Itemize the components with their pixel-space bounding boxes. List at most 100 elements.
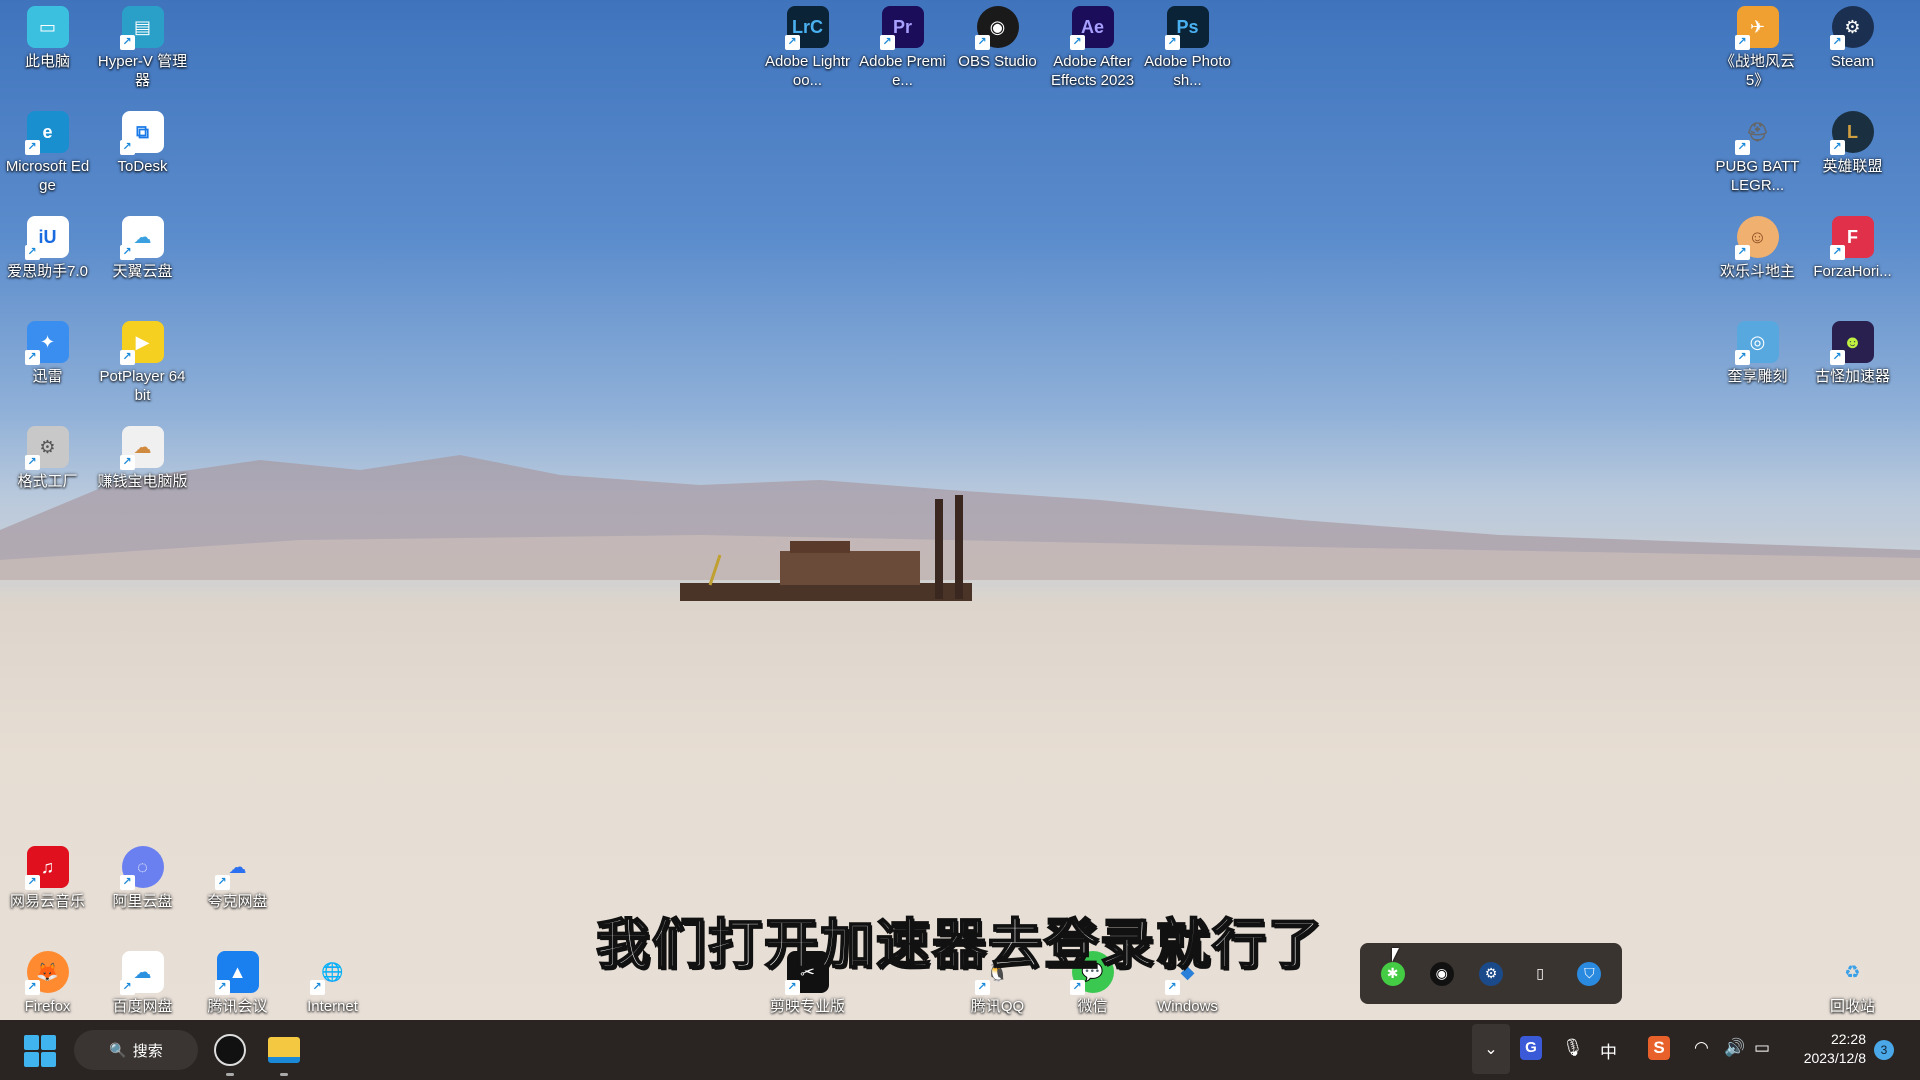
folder-icon <box>268 1037 300 1063</box>
desktop-icon[interactable]: ▭ 此电脑 <box>0 0 95 71</box>
desktop-icon[interactable]: ▶ ↗ PotPlayer 64 bit <box>95 315 190 405</box>
shortcut-arrow-icon: ↗ <box>24 140 40 155</box>
icon-label: 《战地风云 5》 <box>1719 53 1795 89</box>
desktop-icon[interactable]: 💬 ↗ 微信 <box>1045 945 1140 1016</box>
desktop-icon[interactable]: ⚙ ↗ 格式工厂 <box>0 420 95 491</box>
desktop-icon[interactable]: ✈ ↗ 《战地风云 5》 <box>1710 0 1805 90</box>
icon-label: 夸克网盘 <box>207 893 268 910</box>
desktop-wallpaper <box>0 0 1920 1080</box>
defender-warning-icon[interactable]: ⛉ <box>1577 961 1602 986</box>
desktop-icon[interactable]: ☁ ↗ 夸克网盘 <box>190 840 285 911</box>
app-glyph: e <box>42 121 53 142</box>
desktop-icon[interactable]: Ps ↗ Adobe Photosh... <box>1140 0 1235 90</box>
app-icon: ◎ ↗ <box>1734 321 1779 365</box>
desktop-icon[interactable]: Pr ↗ Adobe Premie... <box>855 0 950 90</box>
app-icon: 🌐 ↗ <box>309 951 354 995</box>
tray-overflow-popup: ✱ ◉ ⚙ ▯ ⛉ <box>1360 943 1622 1004</box>
app-glyph: 🦊 <box>36 961 59 982</box>
search-label: 搜索 <box>132 1042 163 1060</box>
desktop-icon[interactable]: ♫ ↗ 网易云音乐 <box>0 840 95 911</box>
desktop-icon[interactable]: ☁ ↗ 天翼云盘 <box>95 210 190 281</box>
desktop-icon[interactable]: ◉ ↗ OBS Studio <box>950 0 1045 71</box>
desktop-icon[interactable]: Ae ↗ Adobe After Effects 2023 <box>1045 0 1140 90</box>
desktop-icon[interactable]: ☁ ↗ 赚钱宝电脑版 <box>95 420 190 491</box>
shortcut-arrow-icon: ↗ <box>1069 980 1085 995</box>
clock[interactable]: 22:28 2023/12/8 <box>1786 1030 1866 1068</box>
search-button[interactable]: 🔍 搜索 <box>74 1030 198 1070</box>
icon-label: 剪映专业版 <box>769 998 845 1015</box>
desktop-icon[interactable]: LrC ↗ Adobe Lightroo... <box>760 0 855 90</box>
icon-label: PUBG BATTLEGR... <box>1715 158 1800 194</box>
steam-icon[interactable]: ⚙ <box>1478 961 1503 986</box>
desktop-icon[interactable]: 🐧 ↗ 腾讯QQ <box>950 945 1045 1016</box>
desktop-icon[interactable]: ⧉ ↗ ToDesk <box>95 105 190 176</box>
app-icon: ⚙ ↗ <box>1829 6 1874 50</box>
taskbar-file-explorer[interactable] <box>266 1032 302 1076</box>
icon-label: 爱思助手7.0 <box>7 263 88 280</box>
icon-label: Adobe Lightroo... <box>764 53 851 89</box>
app-icon: ◉ ↗ <box>974 6 1019 50</box>
icon-label: 古怪加速器 <box>1814 368 1890 385</box>
desktop-icon[interactable]: ☻ ↗ 古怪加速器 <box>1805 315 1900 386</box>
desktop-icon[interactable]: ▲ ↗ 腾讯会议 <box>190 945 285 1016</box>
usb-eject-icon[interactable]: ▯ <box>1528 962 1552 986</box>
shortcut-arrow-icon: ↗ <box>24 245 40 260</box>
show-hidden-icons-button[interactable]: ⌄ <box>1472 1024 1510 1074</box>
icon-label: Adobe Premie... <box>859 53 946 89</box>
obs-icon[interactable]: ◉ <box>1429 961 1454 986</box>
app-glyph: ◉ <box>989 16 1006 37</box>
desktop-icon[interactable]: ✂ ↗ 剪映专业版 <box>760 945 855 1016</box>
wifi-icon[interactable]: ◠ <box>1694 1038 1709 1058</box>
desktop-icon[interactable]: 🦊 ↗ Firefox <box>0 945 95 1016</box>
taskbar: 🔍 搜索 ⌄ G 🎙 中 S ◠ 🔊 ▭ 22:28 2023/12/8 3 <box>0 1020 1920 1080</box>
shortcut-arrow-icon: ↗ <box>1734 245 1750 260</box>
app-icon: ✦ ↗ <box>24 321 69 365</box>
shortcut-arrow-icon: ↗ <box>1734 350 1750 365</box>
app-icon: ☺ ↗ <box>1734 216 1779 260</box>
start-button[interactable] <box>24 1035 56 1067</box>
shortcut-arrow-icon: ↗ <box>1164 980 1180 995</box>
volume-icon[interactable]: 🔊 <box>1724 1038 1745 1058</box>
desktop-icon[interactable]: ☁ ↗ 百度网盘 <box>95 945 190 1016</box>
shortcut-arrow-icon: ↗ <box>1829 350 1845 365</box>
desktop-icon[interactable]: ☺ ↗ 欢乐斗地主 <box>1710 210 1805 281</box>
taskbar-obs[interactable] <box>212 1032 248 1076</box>
notification-badge[interactable]: 3 <box>1874 1040 1894 1060</box>
ime-indicator[interactable]: 中 <box>1600 1038 1617 1063</box>
shortcut-arrow-icon: ↗ <box>24 875 40 890</box>
desktop-icon[interactable]: 🌐 ↗ Internet <box>285 945 380 1016</box>
icon-label: 微信 <box>1077 998 1108 1015</box>
shortcut-arrow-icon: ↗ <box>974 980 990 995</box>
boat <box>680 495 972 601</box>
icon-label: 奎享雕刻 <box>1727 368 1788 385</box>
icon-label: 迅雷 <box>32 368 63 385</box>
desktop-icon[interactable]: e ↗ Microsoft Edge <box>0 105 95 195</box>
desktop-icon[interactable]: L ↗ 英雄联盟 <box>1805 105 1900 176</box>
obs-icon <box>214 1034 246 1066</box>
shortcut-arrow-icon: ↗ <box>879 35 895 50</box>
shortcut-arrow-icon: ↗ <box>1829 140 1845 155</box>
battery-icon[interactable]: ▭ <box>1754 1038 1770 1058</box>
sogou-icon[interactable]: S <box>1648 1036 1670 1060</box>
shortcut-arrow-icon: ↗ <box>24 350 40 365</box>
desktop-icon[interactable]: iU ↗ 爱思助手7.0 <box>0 210 95 281</box>
app-glyph: Pr <box>892 16 912 37</box>
desktop-icon[interactable]: ◆ ↗ Windows <box>1140 945 1235 1016</box>
gbox-icon[interactable]: G <box>1520 1036 1542 1060</box>
desktop-icon[interactable]: ✦ ↗ 迅雷 <box>0 315 95 386</box>
desktop-icon[interactable]: ▤ ↗ Hyper-V 管理器 <box>95 0 190 90</box>
desktop-icon[interactable]: ◎ ↗ 奎享雕刻 <box>1710 315 1805 386</box>
app-icon: LrC ↗ <box>784 6 829 50</box>
icon-label: Adobe Photosh... <box>1144 53 1231 89</box>
app-icon: iU ↗ <box>24 216 69 260</box>
microphone-icon[interactable]: 🎙 <box>1562 1038 1584 1058</box>
desktop-icon[interactable]: ⛑ ↗ PUBG BATTLEGR... <box>1710 105 1805 195</box>
icon-label: 格式工厂 <box>17 473 78 490</box>
app-glyph: ☁ <box>133 226 152 247</box>
desktop-icon[interactable]: F ↗ ForzaHori... <box>1805 210 1900 281</box>
desktop-icon[interactable]: ⚙ ↗ Steam <box>1805 0 1900 71</box>
desktop-icon[interactable]: ♻ 回收站 <box>1805 945 1900 1016</box>
desktop-icon[interactable]: ◌ ↗ 阿里云盘 <box>95 840 190 911</box>
app-icon: ◆ ↗ <box>1164 951 1209 995</box>
razer-icon[interactable]: ✱ <box>1380 961 1405 986</box>
